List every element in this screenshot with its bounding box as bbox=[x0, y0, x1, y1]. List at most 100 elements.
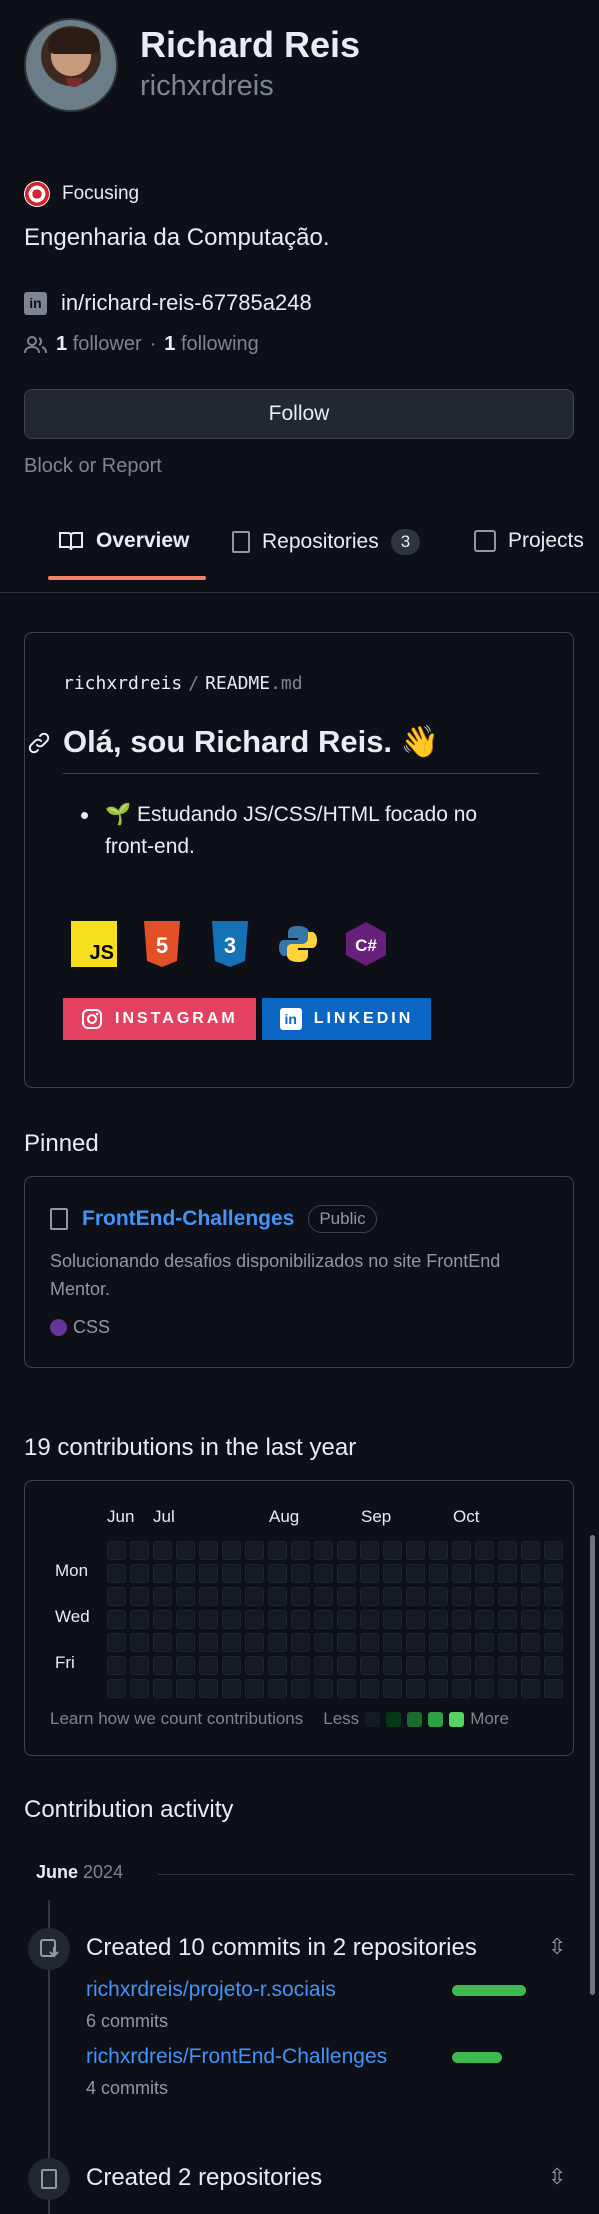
contribution-day[interactable] bbox=[475, 1679, 494, 1698]
contribution-day[interactable] bbox=[429, 1587, 448, 1606]
contribution-day[interactable] bbox=[544, 1610, 563, 1629]
contribution-day[interactable] bbox=[544, 1564, 563, 1583]
contribution-day[interactable] bbox=[107, 1633, 126, 1652]
contribution-day[interactable] bbox=[406, 1587, 425, 1606]
contribution-day[interactable] bbox=[406, 1656, 425, 1675]
contribution-day[interactable] bbox=[176, 1633, 195, 1652]
contribution-day[interactable] bbox=[222, 1679, 241, 1698]
contribution-day[interactable] bbox=[383, 1633, 402, 1652]
contribution-day[interactable] bbox=[314, 1610, 333, 1629]
contribution-day[interactable] bbox=[222, 1564, 241, 1583]
avatar[interactable] bbox=[24, 18, 118, 112]
contribution-day[interactable] bbox=[521, 1679, 540, 1698]
contribution-day[interactable] bbox=[130, 1587, 149, 1606]
contribution-day[interactable] bbox=[291, 1587, 310, 1606]
contribution-day[interactable] bbox=[521, 1587, 540, 1606]
commit-repo-link[interactable]: richxrdreis/FrontEnd-Challenges bbox=[86, 2045, 387, 2069]
contribution-day[interactable] bbox=[337, 1587, 356, 1606]
contribution-day[interactable] bbox=[429, 1656, 448, 1675]
contribution-day[interactable] bbox=[176, 1656, 195, 1675]
contribution-day[interactable] bbox=[222, 1587, 241, 1606]
block-report-link[interactable]: Block or Report bbox=[24, 455, 162, 478]
contribution-day[interactable] bbox=[544, 1656, 563, 1675]
contribution-day[interactable] bbox=[314, 1656, 333, 1675]
contribution-day[interactable] bbox=[521, 1633, 540, 1652]
contribution-day[interactable] bbox=[360, 1679, 379, 1698]
contribution-day[interactable] bbox=[176, 1610, 195, 1629]
contribution-day[interactable] bbox=[337, 1679, 356, 1698]
contribution-day[interactable] bbox=[268, 1564, 287, 1583]
contribution-day[interactable] bbox=[429, 1541, 448, 1560]
contribution-day[interactable] bbox=[544, 1541, 563, 1560]
contribution-day[interactable] bbox=[153, 1610, 172, 1629]
contribution-day[interactable] bbox=[498, 1633, 517, 1652]
contribution-day[interactable] bbox=[475, 1633, 494, 1652]
linkedin-handle[interactable]: in/richard-reis-67785a248 bbox=[61, 290, 312, 316]
contribution-day[interactable] bbox=[314, 1564, 333, 1583]
commit-count-link[interactable]: 4 commits bbox=[86, 2078, 168, 2099]
contribution-day[interactable] bbox=[153, 1587, 172, 1606]
contribution-day[interactable] bbox=[406, 1541, 425, 1560]
contribution-day[interactable] bbox=[360, 1656, 379, 1675]
contribution-day[interactable] bbox=[199, 1633, 218, 1652]
contribution-day[interactable] bbox=[337, 1610, 356, 1629]
contribution-day[interactable] bbox=[452, 1541, 471, 1560]
readme-owner-link[interactable]: richxrdreis bbox=[63, 673, 182, 694]
contribution-day[interactable] bbox=[268, 1633, 287, 1652]
contribution-day[interactable] bbox=[268, 1656, 287, 1675]
contribution-day[interactable] bbox=[153, 1633, 172, 1652]
contribution-day[interactable] bbox=[314, 1679, 333, 1698]
contribution-day[interactable] bbox=[291, 1633, 310, 1652]
follow-button[interactable]: Follow bbox=[24, 389, 574, 439]
contribution-day[interactable] bbox=[222, 1541, 241, 1560]
contribution-day[interactable] bbox=[383, 1587, 402, 1606]
contribution-day[interactable] bbox=[245, 1610, 264, 1629]
contribution-day[interactable] bbox=[130, 1541, 149, 1560]
contribution-day[interactable] bbox=[291, 1541, 310, 1560]
contribution-day[interactable] bbox=[452, 1679, 471, 1698]
contribution-day[interactable] bbox=[337, 1633, 356, 1652]
contribution-day[interactable] bbox=[291, 1564, 310, 1583]
contribution-day[interactable] bbox=[544, 1587, 563, 1606]
contribution-day[interactable] bbox=[475, 1656, 494, 1675]
contribution-day[interactable] bbox=[475, 1564, 494, 1583]
contribution-day[interactable] bbox=[176, 1587, 195, 1606]
tab-repositories[interactable]: Repositories 3 bbox=[232, 529, 421, 555]
contribution-day[interactable] bbox=[383, 1564, 402, 1583]
contribution-day[interactable] bbox=[199, 1541, 218, 1560]
contribution-day[interactable] bbox=[176, 1564, 195, 1583]
contribution-day[interactable] bbox=[498, 1610, 517, 1629]
contribution-day[interactable] bbox=[107, 1587, 126, 1606]
contribution-day[interactable] bbox=[130, 1564, 149, 1583]
contribution-day[interactable] bbox=[245, 1633, 264, 1652]
contribution-day[interactable] bbox=[107, 1679, 126, 1698]
contribution-day[interactable] bbox=[429, 1633, 448, 1652]
learn-contributions-link[interactable]: Learn how we count contributions bbox=[50, 1709, 303, 1729]
contribution-day[interactable] bbox=[199, 1587, 218, 1606]
contribution-day[interactable] bbox=[199, 1610, 218, 1629]
contribution-day[interactable] bbox=[452, 1587, 471, 1606]
contribution-day[interactable] bbox=[314, 1633, 333, 1652]
contribution-day[interactable] bbox=[222, 1633, 241, 1652]
contribution-day[interactable] bbox=[107, 1610, 126, 1629]
contribution-day[interactable] bbox=[498, 1679, 517, 1698]
contribution-day[interactable] bbox=[498, 1656, 517, 1675]
contribution-day[interactable] bbox=[498, 1587, 517, 1606]
fold-icon[interactable]: ⇳ bbox=[548, 2164, 566, 2190]
contribution-day[interactable] bbox=[130, 1679, 149, 1698]
commit-count-link[interactable]: 6 commits bbox=[86, 2011, 168, 2032]
contribution-day[interactable] bbox=[199, 1656, 218, 1675]
contribution-day[interactable] bbox=[544, 1679, 563, 1698]
contribution-day[interactable] bbox=[360, 1633, 379, 1652]
contribution-day[interactable] bbox=[291, 1656, 310, 1675]
following-link[interactable]: 1 following bbox=[164, 333, 259, 356]
contribution-day[interactable] bbox=[360, 1587, 379, 1606]
contribution-day[interactable] bbox=[291, 1610, 310, 1629]
contribution-day[interactable] bbox=[544, 1633, 563, 1652]
followers-link[interactable]: 1 follower bbox=[56, 333, 142, 356]
pinned-repo-link[interactable]: FrontEnd-Challenges bbox=[82, 1207, 294, 1231]
contribution-day[interactable] bbox=[176, 1541, 195, 1560]
contribution-day[interactable] bbox=[314, 1587, 333, 1606]
contribution-day[interactable] bbox=[383, 1679, 402, 1698]
contribution-day[interactable] bbox=[245, 1587, 264, 1606]
